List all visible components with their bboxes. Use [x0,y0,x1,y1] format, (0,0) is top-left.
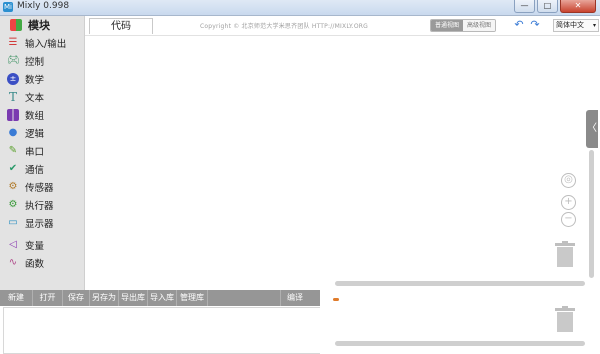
serial-icon: ✎ [8,145,18,156]
workspace-vertical-scrollbar[interactable] [589,150,594,278]
maximize-button[interactable]: □ [537,0,558,13]
view-toggle: 普通视图 高级视图 [430,19,496,32]
import-library-button[interactable]: 导入库 [148,290,177,306]
sidebar-item-label: 文本 [25,93,45,104]
new-button[interactable]: 新建 [0,290,33,306]
zoom-in-icon[interactable]: + [561,195,576,210]
block-category-sidebar: 模块 ☰ 输入/输出 🎮︎ 控制 ± 数学 T 文本 数组 ● 逻辑 ✎ 串口 … [0,16,85,290]
sidebar-item-communication[interactable]: ✔ 通信 [0,160,84,178]
actuator-icon: ⚙ [8,199,18,210]
gamepad-icon: 🎮︎ [7,55,20,66]
sidebar-header-label: 模块 [28,19,50,32]
close-button[interactable]: ✕ [560,0,596,13]
open-button[interactable]: 打开 [33,290,63,306]
redo-icon[interactable]: ↷ [529,19,541,31]
sidebar-item-logic[interactable]: ● 逻辑 [0,124,84,142]
math-icon: ± [7,73,19,85]
sidebar-item-label: 控制 [25,57,45,68]
sidebar-header: 模块 [0,16,84,34]
sidebar-item-label: 数学 [25,75,45,86]
language-select[interactable]: 简体中文 ▾ [553,19,599,32]
window-title: Mixly 0.998 [17,1,70,11]
trash-lid [555,308,575,311]
sidebar-item-actuator[interactable]: ⚙ 执行器 [0,196,84,214]
sidebar-item-text[interactable]: T 文本 [0,88,84,106]
sidebar-item-sensor[interactable]: ⚙ 传感器 [0,178,84,196]
sidebar-item-math[interactable]: ± 数学 [0,70,84,88]
sidebar-item-label: 输入/输出 [25,39,67,50]
trash-icon[interactable] [555,306,575,332]
advanced-view-button[interactable]: 高级视图 [463,20,495,31]
window-controls: — □ ✕ [514,0,596,14]
save-as-button[interactable]: 另存为 [90,290,119,306]
sidebar-item-label: 变量 [25,241,45,252]
zoom-out-icon[interactable]: − [561,212,576,227]
sidebar-item-function[interactable]: ∿ 函数 [0,254,84,272]
workspace-horizontal-scrollbar[interactable] [335,281,585,286]
sidebar-item-variable[interactable]: ◁ 变量 [0,236,84,254]
flame-icon [333,298,339,301]
tab-code[interactable]: 代码 [89,18,153,34]
sidebar-item-serial[interactable]: ✎ 串口 [0,142,84,160]
sidebar-item-label: 执行器 [25,201,54,212]
sidebar-item-label: 函数 [25,259,45,270]
sensor-icon: ⚙ [8,181,18,192]
text-icon: T [8,90,17,104]
sidebar-item-label: 显示器 [25,219,54,230]
collapse-panel-button[interactable]: 〈 [586,110,598,148]
title-bar: Mi Mixly 0.998 — □ ✕ [0,0,600,16]
display-icon: ▭ [8,217,18,228]
communication-icon: ✔ [8,163,18,174]
sidebar-item-label: 传感器 [25,183,54,194]
output-console[interactable] [3,307,321,354]
center-icon[interactable]: ◎ [561,173,576,188]
undo-icon[interactable]: ↶ [513,19,525,31]
compile-button[interactable]: 编译 [280,290,309,306]
input-output-icon: ☰ [8,37,18,48]
export-library-button[interactable]: 导出库 [119,290,148,306]
manage-library-button[interactable]: 管理库 [177,290,208,306]
logic-icon: ● [8,127,18,138]
save-button[interactable]: 保存 [63,290,90,306]
chevron-down-icon: ▾ [592,22,596,29]
sidebar-item-input-output[interactable]: ☰ 输入/输出 [0,34,84,52]
bottom-toolbar: 新建 打开 保存 另存为 导出库 导入库 管理库 编译 [0,290,320,306]
sidebar-item-label: 数组 [25,111,45,122]
sidebar-item-label: 逻辑 [25,129,45,140]
array-icon [7,109,19,121]
app-icon: Mi [3,2,13,12]
minimize-button[interactable]: — [514,0,535,13]
sidebar-item-control[interactable]: 🎮︎ 控制 [0,52,84,70]
blocks-workspace[interactable] [85,36,593,290]
trash-icon[interactable] [555,241,575,267]
normal-view-button[interactable]: 普通视图 [431,20,463,31]
trash-can [557,312,573,332]
sidebar-item-label: 串口 [25,147,45,158]
sidebar-item-label: 通信 [25,165,45,176]
copyright-text: Copyright © 北京师范大学米思齐团队 HTTP://MIXLY.ORG [200,23,368,30]
sidebar-item-array[interactable]: 数组 [0,106,84,124]
blocks-icon [10,19,22,31]
trash-can [557,247,573,267]
trash-lid [555,243,575,246]
variable-icon: ◁ [9,239,17,250]
function-icon: ∿ [8,257,18,268]
top-bar: 代码 Copyright © 北京师范大学米思齐团队 HTTP://MIXLY.… [85,16,600,36]
language-label: 简体中文 [556,21,584,29]
sidebar-item-display[interactable]: ▭ 显示器 [0,214,84,232]
lower-horizontal-scrollbar[interactable] [335,341,585,346]
